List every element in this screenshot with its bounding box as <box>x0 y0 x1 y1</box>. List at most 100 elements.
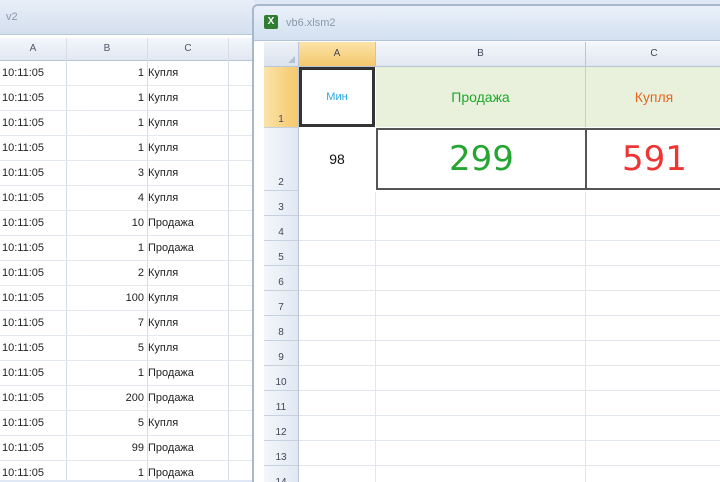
table-row[interactable]: 10:11:05 5 Купля <box>0 336 254 361</box>
time-cell: 10:11:05 <box>2 67 45 79</box>
time-cell: 10:11:05 <box>2 92 45 104</box>
row-header-11[interactable]: 11 <box>264 391 299 416</box>
gridline <box>299 215 720 216</box>
side-cell: Продажа <box>148 442 194 454</box>
table-row[interactable]: 10:11:05 10 Продажа <box>0 211 254 236</box>
table-row[interactable]: 10:11:05 3 Купля <box>0 161 254 186</box>
row-header-4[interactable]: 4 <box>264 216 299 241</box>
cell-c1-buy-label[interactable]: Купля <box>586 67 720 127</box>
quantity-cell: 5 <box>137 342 144 354</box>
time-cell: 10:11:05 <box>2 192 45 204</box>
cell-b1-sell-label[interactable]: Продажа <box>376 67 586 127</box>
row-header-8[interactable]: 8 <box>264 316 299 341</box>
table-row[interactable]: 10:11:05 5 Купля <box>0 411 254 436</box>
row-number: 9 <box>278 352 284 363</box>
workbook-title: vb6.xlsm2 <box>286 17 336 29</box>
side-cell: Купля <box>148 192 179 204</box>
time-cell: 10:11:05 <box>2 467 45 479</box>
side-cell: Купля <box>148 267 179 279</box>
quantity-cell: 1 <box>137 142 144 154</box>
table-row[interactable]: 10:11:05 1 Продажа <box>0 461 254 480</box>
side-cell: Продажа <box>148 392 194 404</box>
quantity-cell: 3 <box>137 167 144 179</box>
row-header-9[interactable]: 9 <box>264 341 299 366</box>
gridline <box>299 290 720 291</box>
row-header-7[interactable]: 7 <box>264 291 299 316</box>
column-header-a[interactable]: A <box>299 42 376 67</box>
row-number: 3 <box>278 202 284 213</box>
table-row[interactable]: 10:11:05 1 Купля <box>0 136 254 161</box>
row-header-5[interactable]: 5 <box>264 241 299 266</box>
row-header-6[interactable]: 6 <box>264 266 299 291</box>
table-row[interactable]: 10:11:05 1 Купля <box>0 61 254 86</box>
column-header-a[interactable]: A <box>0 38 67 60</box>
side-cell: Продажа <box>148 242 194 254</box>
gridline <box>299 365 720 366</box>
row-header-3[interactable]: 3 <box>264 191 299 216</box>
table-row[interactable]: 10:11:05 1 Продажа <box>0 361 254 386</box>
row-number: 1 <box>278 114 284 125</box>
row-header-13[interactable]: 13 <box>264 441 299 466</box>
row-number: 13 <box>275 452 287 463</box>
row-number: 7 <box>278 302 284 313</box>
min-value-text: 98 <box>329 151 345 167</box>
table-row[interactable]: 10:11:05 1 Купля <box>0 86 254 111</box>
time-cell: 10:11:05 <box>2 317 45 329</box>
side-cell: Купля <box>148 67 179 79</box>
side-cell: Купля <box>148 292 179 304</box>
buy-label-text: Купля <box>634 89 674 105</box>
column-header-c[interactable]: C <box>586 42 720 67</box>
column-header-b[interactable]: B <box>376 42 586 67</box>
row-number: 8 <box>278 327 284 338</box>
background-column-headers: A B C <box>0 38 254 61</box>
row-header-10[interactable]: 10 <box>264 366 299 391</box>
time-cell: 10:11:05 <box>2 242 45 254</box>
row-number: 11 <box>275 402 287 413</box>
gridline <box>585 192 586 482</box>
buy-total-text: 591 <box>622 139 687 179</box>
time-cell: 10:11:05 <box>2 392 45 404</box>
row-number: 4 <box>278 227 284 238</box>
select-all-corner[interactable] <box>264 42 299 67</box>
excel-icon: X <box>264 15 278 29</box>
time-cell: 10:11:05 <box>2 217 45 229</box>
foreground-workbook-window: X vb6.xlsm2 A B C 1 2 3 4 5 6 7 8 9 10 1… <box>252 4 720 482</box>
table-row[interactable]: 10:11:05 99 Продажа <box>0 436 254 461</box>
row-header-1[interactable]: 1 <box>264 67 299 128</box>
sell-label-text: Продажа <box>451 89 510 105</box>
column-header-c[interactable]: C <box>148 38 229 60</box>
quantity-cell: 1 <box>137 242 144 254</box>
cell-c2-buy-total[interactable]: 591 <box>585 128 720 190</box>
gridline <box>299 240 720 241</box>
table-row[interactable]: 10:11:05 7 Купля <box>0 311 254 336</box>
table-row[interactable]: 10:11:05 200 Продажа <box>0 386 254 411</box>
row-header-12[interactable]: 12 <box>264 416 299 441</box>
table-row[interactable]: 10:11:05 2 Купля <box>0 261 254 286</box>
quantity-cell: 10 <box>131 217 144 229</box>
workbook-titlebar[interactable]: X vb6.xlsm2 <box>254 6 720 41</box>
time-cell: 10:11:05 <box>2 142 45 154</box>
side-cell: Продажа <box>148 367 194 379</box>
side-cell: Продажа <box>148 217 194 229</box>
side-cell: Купля <box>148 317 179 329</box>
time-cell: 10:11:05 <box>2 292 45 304</box>
cell-a2-min-value[interactable]: 98 <box>299 128 375 190</box>
cell-b2-sell-total[interactable]: 299 <box>376 128 585 190</box>
time-cell: 10:11:05 <box>2 367 45 379</box>
table-row[interactable]: 10:11:05 1 Купля <box>0 111 254 136</box>
column-header-b[interactable]: B <box>67 38 148 60</box>
background-workbook-window: v2 A B C 10:11:05 1 Купля 10:11:05 1 Купля 10:… <box>0 0 254 480</box>
time-cell: 10:11:05 <box>2 167 45 179</box>
table-row[interactable]: 10:11:05 4 Купля <box>0 186 254 211</box>
row-header-2[interactable]: 2 <box>264 128 299 191</box>
gridline <box>375 192 376 482</box>
cell-a1-min-label[interactable]: Мин <box>299 67 375 127</box>
background-window-titlebar[interactable]: v2 <box>0 0 254 35</box>
table-row[interactable]: 10:11:05 100 Купля <box>0 286 254 311</box>
time-cell: 10:11:05 <box>2 417 45 429</box>
quantity-cell: 4 <box>137 192 144 204</box>
side-cell: Купля <box>148 167 179 179</box>
table-row[interactable]: 10:11:05 1 Продажа <box>0 236 254 261</box>
gridline <box>299 415 720 416</box>
row-number: 12 <box>275 427 287 438</box>
